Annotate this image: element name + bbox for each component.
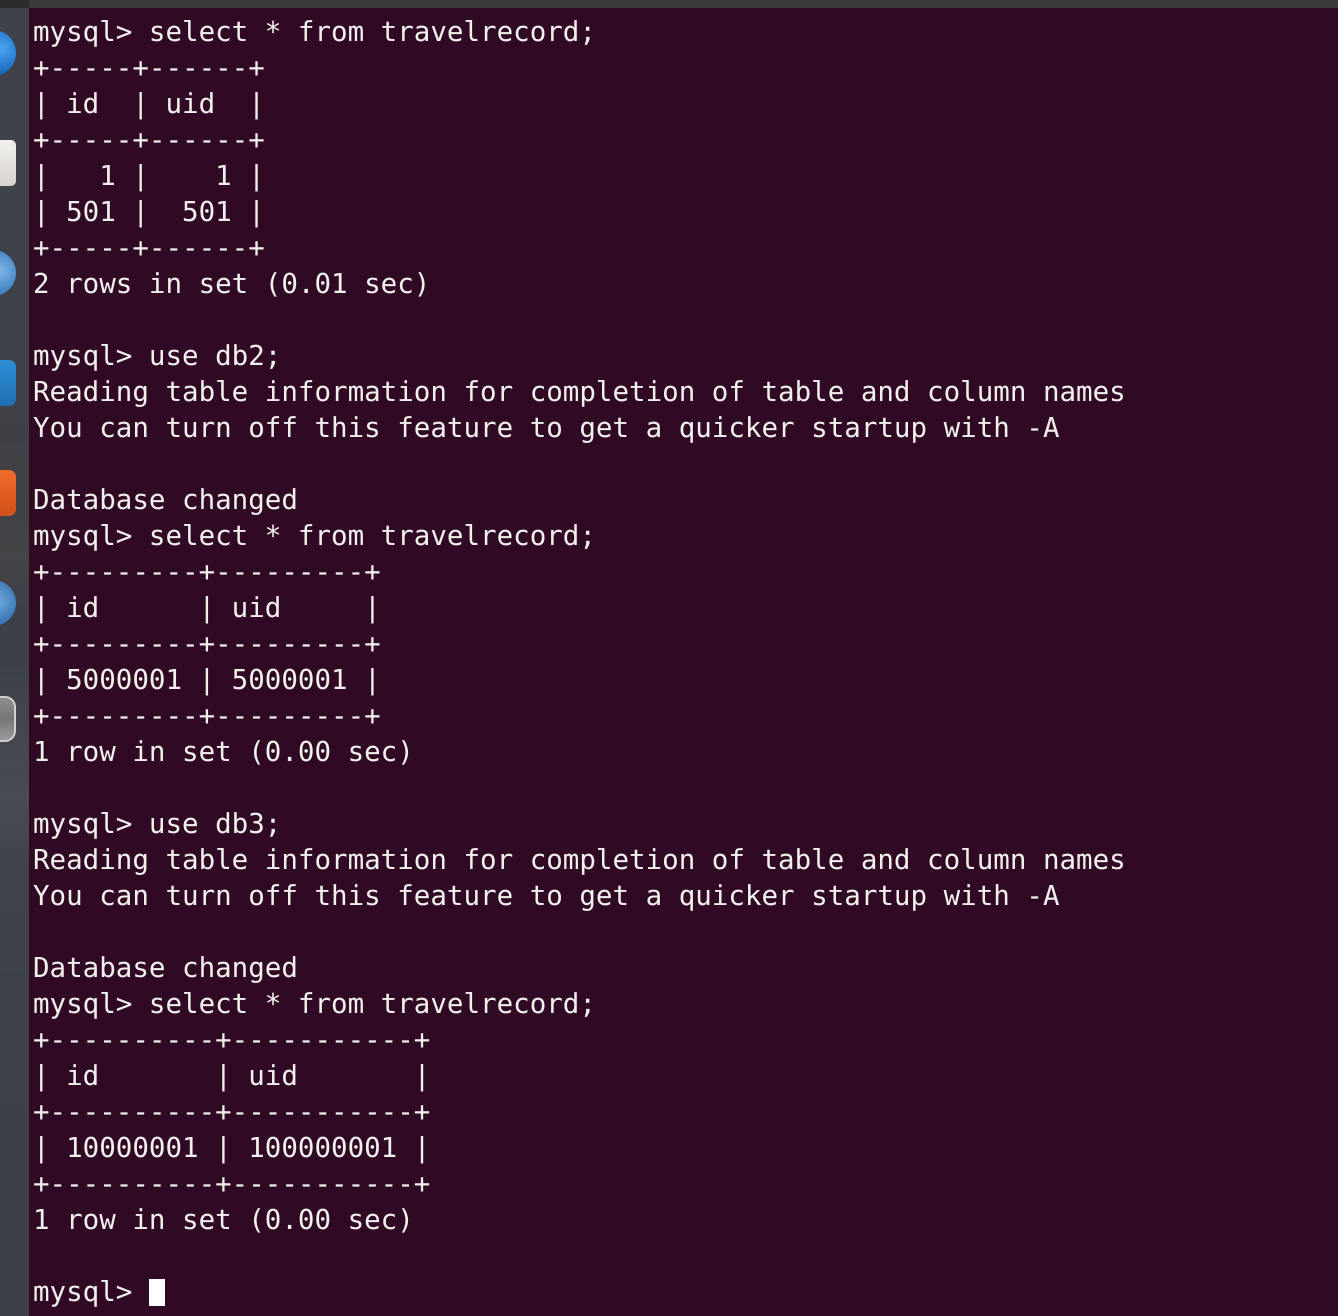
- terminal-line: +----------+-----------+: [33, 1168, 431, 1200]
- terminal-line: mysql> select * from travelrecord;: [33, 520, 596, 552]
- terminal-line: | 501 | 501 |: [33, 196, 265, 228]
- terminal-line: +-----+------+: [33, 52, 265, 84]
- terminal-line: | id | uid |: [33, 1060, 431, 1092]
- terminal-line: | id | uid |: [33, 88, 265, 120]
- terminal-line: Database changed: [33, 952, 298, 984]
- terminal-line: Reading table information for completion…: [33, 844, 1126, 876]
- files-icon[interactable]: [0, 140, 16, 186]
- terminal-line: | 5000001 | 5000001 |: [33, 664, 381, 696]
- terminal-line: +-----+------+: [33, 124, 265, 156]
- help-icon[interactable]: [0, 470, 16, 516]
- ubuntu-dock[interactable]: [0, 8, 29, 1316]
- terminal-line: +----------+-----------+: [33, 1024, 431, 1056]
- terminal-output: mysql> select * from travelrecord; +-----…: [33, 14, 1338, 1310]
- software-icon[interactable]: [0, 360, 16, 406]
- terminal-icon[interactable]: [0, 696, 16, 742]
- screen: mysql> select * from travelrecord; +-----…: [0, 0, 1338, 1316]
- terminal-line: | id | uid |: [33, 592, 381, 624]
- terminal-line: mysql>: [33, 1274, 1338, 1310]
- terminal-line: mysql> use db3;: [33, 808, 282, 840]
- terminal-line: | 1 | 1 |: [33, 160, 265, 192]
- terminal-scrollback[interactable]: mysql> select * from travelrecord; +-----…: [29, 8, 1338, 1310]
- terminal-line: You can turn off this feature to get a q…: [33, 412, 1060, 444]
- text-cursor: [148, 1279, 166, 1306]
- terminal-line: mysql> select * from travelrecord;: [33, 16, 596, 48]
- terminal-line: 2 rows in set (0.01 sec): [33, 268, 431, 300]
- top-panel-activities-corner[interactable]: [0, 0, 29, 8]
- terminal-line: +-----+------+: [33, 232, 265, 264]
- terminal-line: +---------+---------+: [33, 556, 381, 588]
- terminal-line: Reading table information for completion…: [33, 376, 1126, 408]
- terminal-window[interactable]: mysql> select * from travelrecord; +-----…: [29, 8, 1338, 1316]
- terminal-line: mysql> use db2;: [33, 340, 282, 372]
- terminal-line: 1 row in set (0.00 sec): [33, 736, 414, 768]
- terminal-line: You can turn off this feature to get a q…: [33, 880, 1060, 912]
- terminal-line: +---------+---------+: [33, 628, 381, 660]
- terminal-line: mysql> select * from travelrecord;: [33, 988, 596, 1020]
- settings-icon[interactable]: [0, 580, 16, 626]
- terminal-line: 1 row in set (0.00 sec): [33, 1204, 414, 1236]
- top-panel[interactable]: [0, 0, 1338, 8]
- terminal-line: | 10000001 | 100000001 |: [33, 1132, 431, 1164]
- terminal-line: +---------+---------+: [33, 700, 381, 732]
- terminal-line: +----------+-----------+: [33, 1096, 431, 1128]
- terminal-line: Database changed: [33, 484, 298, 516]
- rhythmbox-icon[interactable]: [0, 250, 16, 296]
- firefox-icon[interactable]: [0, 30, 16, 76]
